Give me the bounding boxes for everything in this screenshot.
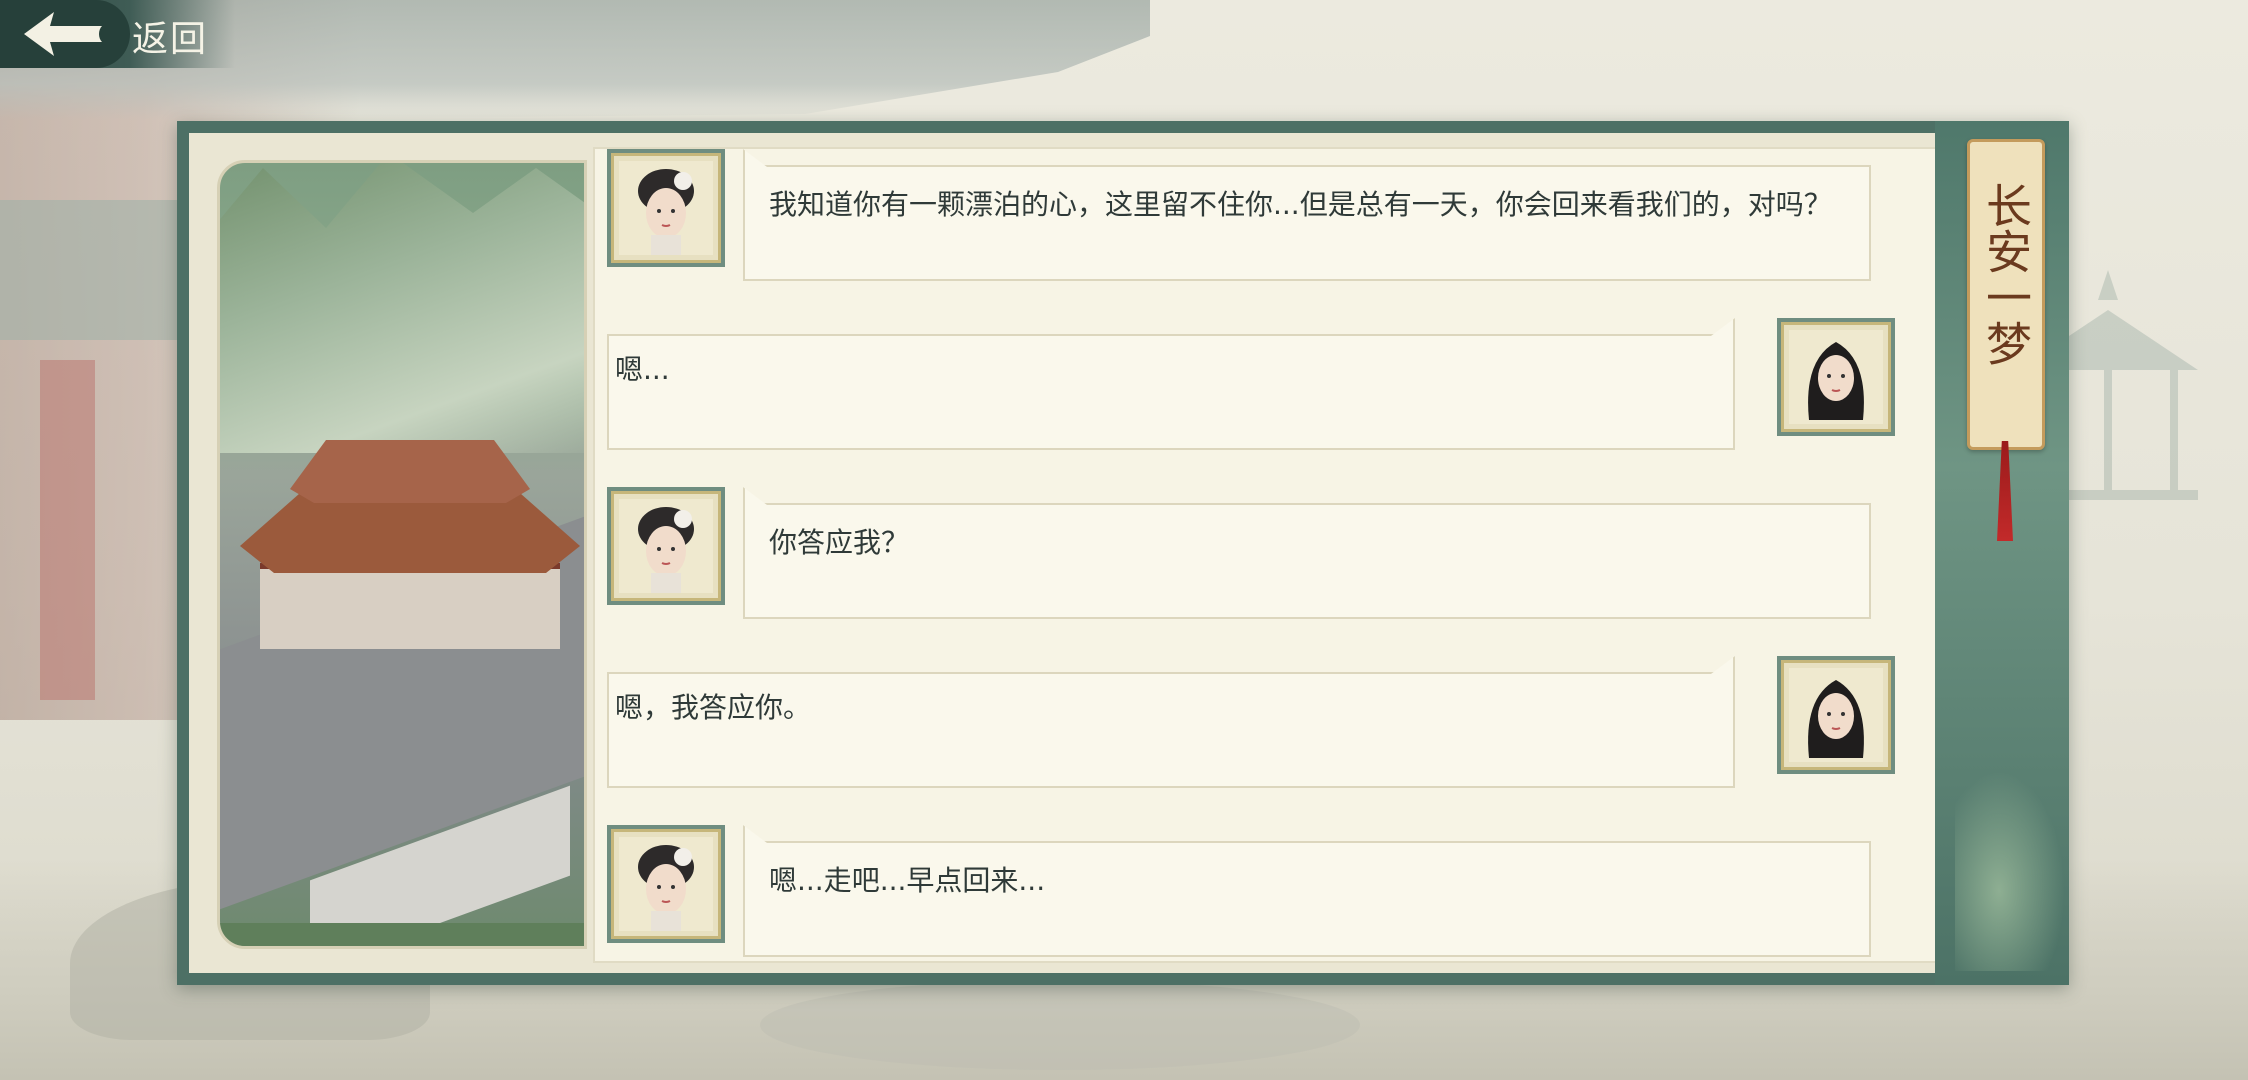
dialogue-bubble: 我知道你有一颗漂泊的心，这里留不住你...但是总有一天，你会回来看我们的，对吗？ — [743, 165, 1871, 281]
bamboo-decoration — [1955, 771, 2065, 971]
player-portrait — [1777, 318, 1895, 436]
dialogue-text: 嗯，我答应你。 — [615, 691, 812, 724]
temple-wall — [260, 563, 560, 649]
npc-woman-portrait — [607, 487, 725, 605]
scene-illustration — [217, 160, 587, 949]
temple-roof-upper — [290, 440, 530, 503]
woman-face-icon — [619, 499, 713, 593]
dialogue-bubble: 嗯... — [607, 334, 1735, 450]
chapter-scroll-label: 长安一梦 — [1967, 139, 2045, 450]
woman-face-icon — [619, 837, 713, 931]
dialogue-bubble: 你答应我？ — [743, 503, 1871, 619]
mountain-painting — [220, 163, 584, 453]
dialogue-entry: 你答应我？ — [595, 487, 1885, 619]
dialogue-entry: 我知道你有一颗漂泊的心，这里留不住你...但是总有一天，你会回来看我们的，对吗？ — [595, 149, 1885, 281]
dialogue-entry: 嗯...走吧...早点回来... — [595, 825, 1885, 957]
dialogue-entry: 嗯... — [595, 318, 1895, 450]
dialogue-text: 嗯... — [615, 353, 670, 386]
back-button-circle[interactable] — [0, 0, 130, 68]
dialogue-text: 我知道你有一颗漂泊的心，这里留不住你...但是总有一天，你会回来看我们的，对吗？ — [769, 188, 1832, 221]
woman-face-icon — [619, 161, 713, 255]
back-arrow-icon — [24, 12, 102, 56]
rock — [760, 980, 1360, 1070]
dialogue-entry: 嗯，我答应你。 — [595, 656, 1895, 788]
player-portrait — [1777, 656, 1895, 774]
chapter-title: 长安一梦 — [1979, 182, 2033, 366]
dialogue-text: 嗯...走吧...早点回来... — [769, 864, 1046, 897]
panel-inner: 我知道你有一颗漂泊的心，这里留不住你...但是总有一天，你会回来看我们的，对吗？… — [189, 133, 1937, 973]
back-button[interactable]: 返回 — [0, 0, 235, 68]
dialogue-list[interactable]: 我知道你有一颗漂泊的心，这里留不住你...但是总有一天，你会回来看我们的，对吗？… — [593, 147, 1937, 963]
grass-field — [220, 923, 584, 946]
npc-woman-portrait — [607, 149, 725, 267]
dialogue-bubble: 嗯...走吧...早点回来... — [743, 841, 1871, 957]
chapter-tab: 长安一梦 — [1935, 121, 2069, 985]
dialogue-log-panel: 我知道你有一颗漂泊的心，这里留不住你...但是总有一天，你会回来看我们的，对吗？… — [177, 121, 2069, 985]
long-hair-face-icon — [1789, 668, 1883, 762]
side-roof — [0, 200, 190, 340]
npc-woman-portrait — [607, 825, 725, 943]
long-hair-face-icon — [1789, 330, 1883, 424]
back-label[interactable]: 返回 — [132, 10, 208, 62]
red-tassel — [1997, 441, 2013, 541]
red-pillar — [40, 360, 95, 700]
dialogue-bubble: 嗯，我答应你。 — [607, 672, 1735, 788]
dialogue-text: 你答应我？ — [769, 526, 910, 559]
